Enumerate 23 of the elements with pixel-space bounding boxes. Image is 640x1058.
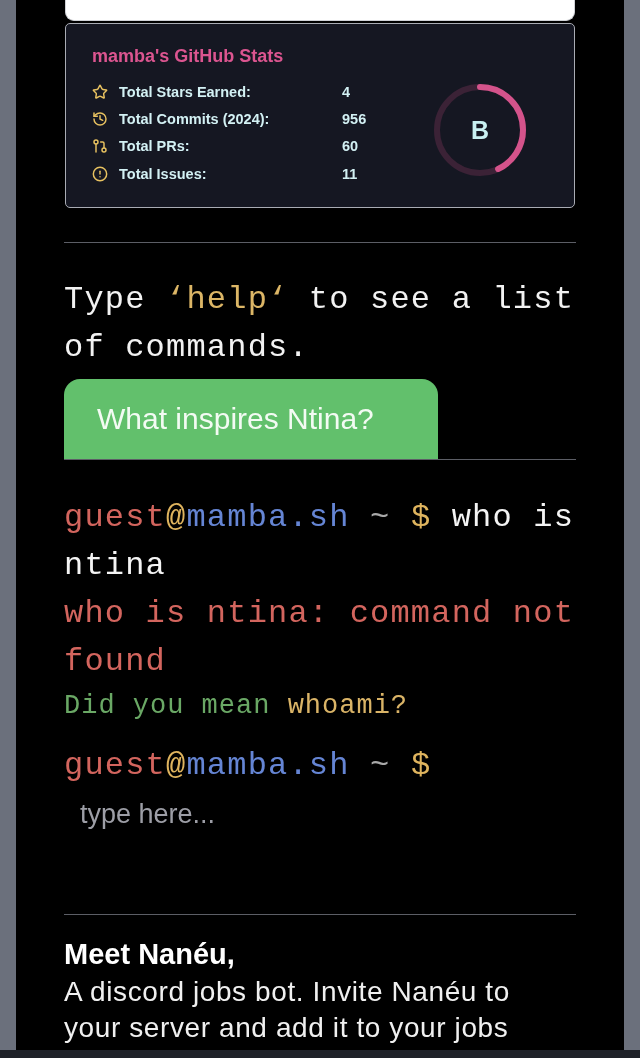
error-message: who is ntina: command not found	[64, 594, 576, 682]
stat-label: Total Issues:	[119, 165, 207, 182]
command-line: guest@mamba.sh ~ $ who is ntina	[64, 498, 576, 586]
project-description: A discord jobs bot. Invite Nanéu to your server and add it to your jobs	[64, 975, 511, 1045]
stat-value: 956	[342, 110, 367, 127]
alert-circle-icon	[92, 165, 108, 182]
command-input[interactable]: type here...	[64, 790, 576, 838]
stat-label: Total Commits (2024):	[119, 110, 270, 127]
help-hint: Type ‘help‘ to see a list of commands.	[64, 280, 576, 368]
stat-value: 4	[342, 83, 351, 100]
history-clock-icon	[92, 110, 108, 127]
terminal-prompt: guest@mamba.sh ~ $	[64, 746, 433, 786]
stat-label: Total PRs:	[119, 138, 190, 155]
stat-label: Total Stars Earned:	[119, 83, 251, 100]
suggestion-message: Did you mean whoami?	[64, 690, 410, 723]
rank-grade: B	[470, 117, 490, 143]
pull-request-icon	[92, 138, 108, 155]
stat-value: 60	[342, 138, 359, 155]
stats-title: mamba's GitHub Stats	[92, 45, 284, 67]
stat-value: 11	[342, 165, 358, 182]
question-button[interactable]: What inspires Ntina?	[64, 379, 438, 459]
star-icon	[92, 83, 108, 100]
project-title: Meet Nanéu,	[64, 937, 236, 972]
